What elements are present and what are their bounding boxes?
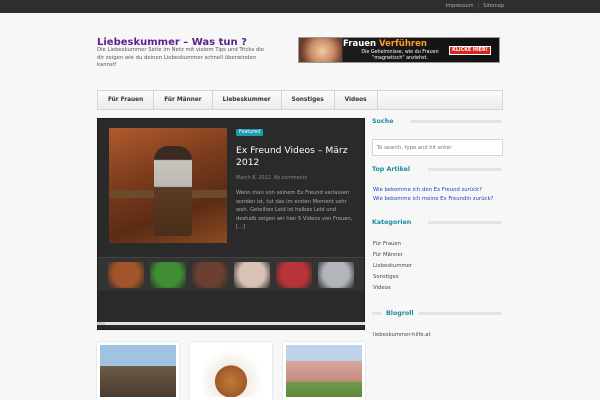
widget-rule [428,221,502,224]
search-widget-title: Suche [372,118,394,125]
top-links-separator: | [477,3,480,9]
slider-thumb[interactable] [150,262,186,288]
top-articles-title: Top Artikel [372,166,411,173]
banner-click-button[interactable]: KLICKE HIER! [449,46,491,55]
banner-headline: Frauen Verführen [343,39,427,49]
top-article-link[interactable]: Wie bekomme ich meine Ex Freundin zurück… [373,196,493,202]
featured-title[interactable]: Ex Freund Videos – März 2012 [236,145,354,169]
ad-banner[interactable]: Frauen Verführen Die Geheimnisse, wie du… [298,37,500,63]
slider-thumbnails [98,257,364,291]
category-link-liebeskummer[interactable]: Liebeskummer [373,263,412,269]
post-thumbnail-3[interactable] [283,342,365,400]
featured-image[interactable] [109,128,227,243]
category-link-fuer-frauen[interactable]: Für Frauen [373,241,401,247]
nav-item-fuer-maenner[interactable]: Für Männer [154,91,213,109]
top-bar: Impressum | Sitemap [0,0,600,13]
featured-excerpt: Wenn man von seinem Ex Freund verlassen … [236,190,353,231]
sitemap-link[interactable]: Sitemap [483,3,504,9]
widget-rule [410,120,502,123]
widget-rule [418,312,502,315]
blogroll-link[interactable]: liebeskummer-hilfe.at [373,332,431,338]
banner-word1: Frauen [343,39,377,49]
slider-thumb[interactable] [318,262,354,288]
nav-item-sonstiges[interactable]: Sonstiges [282,91,335,109]
featured-slider: Featured Ex Freund Videos – März 2012 Ma… [97,118,365,330]
slider-thumb[interactable] [234,262,270,288]
categories-title: Kategorien [372,219,412,226]
person-shape [154,146,192,236]
search-input[interactable] [372,139,503,156]
banner-tagline: Die Geheimnisse, wie du Frauen "magnetis… [361,50,439,61]
featured-meta: March 8, 2012, No comments [236,176,307,181]
top-links: Impressum | Sitemap [446,3,504,9]
category-link-videos[interactable]: Videos [373,285,391,291]
slider-divider-dot [97,322,105,325]
banner-word2: Verführen [379,39,427,49]
site-description: Die Liebeskummer Seite im Netz mit viele… [97,47,265,68]
category-link-fuer-maenner[interactable]: Für Männer [373,252,403,258]
banner-image [299,38,341,62]
post-thumbnail-2[interactable] [190,342,272,400]
slider-thumb[interactable] [108,262,144,288]
top-article-link[interactable]: Wie bekomme ich den Ex Freund zurück? [373,187,482,193]
slider-thumb[interactable] [192,262,228,288]
post-thumbnail-1[interactable] [97,342,179,400]
blogroll-title: Blogroll [386,310,414,317]
slider-divider [97,322,365,325]
impressum-link[interactable]: Impressum [446,3,474,9]
main-nav: Für Frauen Für Männer Liebeskummer Sonst… [97,90,503,110]
widget-rule [372,312,382,315]
nav-item-liebeskummer[interactable]: Liebeskummer [213,91,282,109]
widget-rule [428,168,502,171]
nav-item-fuer-frauen[interactable]: Für Frauen [98,91,155,109]
nav-item-videos[interactable]: Videos [335,91,378,109]
category-link-sonstiges[interactable]: Sonstiges [373,274,399,280]
featured-badge: Featured [236,129,264,136]
slider-thumb[interactable] [276,262,312,288]
